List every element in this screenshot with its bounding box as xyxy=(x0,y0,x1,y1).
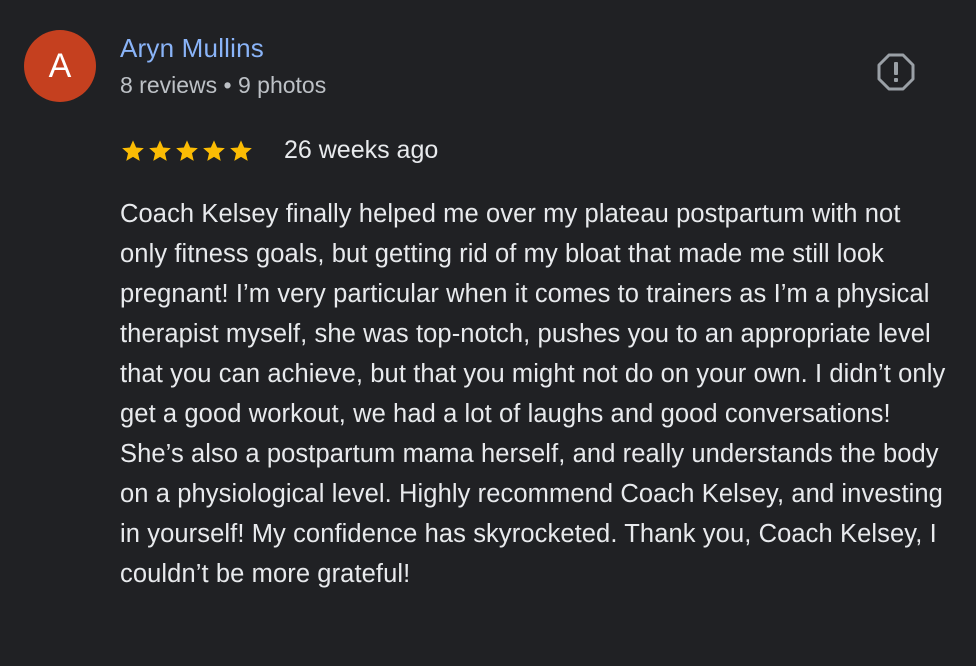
star-icon xyxy=(149,140,171,161)
star-icon xyxy=(176,140,198,161)
review-card: A Aryn Mullins 8 reviews • 9 photos 26 w… xyxy=(0,0,976,666)
star-icon xyxy=(203,140,225,161)
avatar[interactable]: A xyxy=(24,30,96,102)
report-flag-icon xyxy=(877,53,915,91)
star-rating xyxy=(120,138,254,166)
review-date: 26 weeks ago xyxy=(284,136,439,164)
star-icon xyxy=(122,140,144,161)
reviewer-meta: 8 reviews • 9 photos xyxy=(120,72,327,98)
report-button[interactable] xyxy=(876,52,916,92)
reviewer-name-link[interactable]: Aryn Mullins xyxy=(120,33,264,64)
review-text: Coach Kelsey finally helped me over my p… xyxy=(120,200,946,588)
star-icon xyxy=(230,140,252,161)
